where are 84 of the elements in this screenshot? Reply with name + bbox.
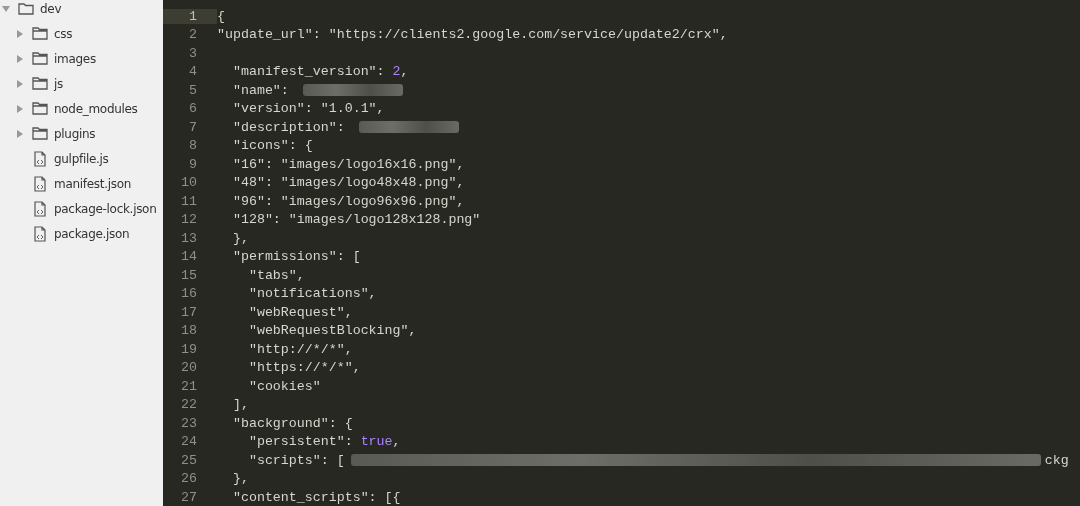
folder-icon <box>32 27 48 40</box>
line-number: 11 <box>180 193 198 209</box>
code-text: "icons": { <box>231 138 313 154</box>
code-text: "webRequestBlocking", <box>247 323 417 339</box>
code-keyword: 2 <box>392 64 401 80</box>
line-number: 13 <box>180 230 198 246</box>
expand-arrow-icon[interactable] <box>16 79 24 88</box>
folder-name[interactable]: images <box>54 51 96 66</box>
code-text: "scripts": [ <box>247 452 345 468</box>
code-text: "http://*/*", <box>247 341 353 357</box>
code-text: "webRequest", <box>247 304 353 320</box>
file-icon <box>32 200 48 217</box>
code-text: "description": <box>231 119 346 135</box>
file-icon <box>32 175 48 192</box>
line-number: 7 <box>188 119 198 135</box>
code-text: "update_url": "https://clients2.google.com/service/update2/crx", <box>217 27 728 43</box>
folder-icon <box>32 52 48 65</box>
code-text: ], <box>231 397 249 413</box>
line-number: 14 <box>180 249 198 265</box>
file-name[interactable]: package-lock.json <box>54 201 157 216</box>
line-number: 6 <box>188 101 198 117</box>
line-number: 21 <box>180 378 198 394</box>
code-text: "content_scripts": [{ <box>231 489 401 505</box>
file-name[interactable]: package.json <box>54 226 130 241</box>
code-keyword: true <box>360 434 393 450</box>
line-number: 23 <box>180 415 198 431</box>
line-number: 25 <box>180 452 198 468</box>
code-text: , <box>400 64 409 80</box>
code-text: "manifest_version": <box>231 64 386 80</box>
line-number: 26 <box>180 471 198 487</box>
folder-name[interactable]: plugins <box>54 126 96 141</box>
folder-name[interactable]: dev <box>40 1 62 16</box>
code-text: }, <box>231 471 249 487</box>
code-text: "https://*/*", <box>247 360 361 376</box>
line-number: 15 <box>180 267 198 283</box>
line-number: 27 <box>180 489 198 505</box>
folder-icon <box>18 2 34 15</box>
code-text: "permissions": [ <box>231 249 361 265</box>
code-text: "48": "images/logo48x48.png", <box>231 175 465 191</box>
line-number: 18 <box>180 323 198 339</box>
line-number: 12 <box>180 212 198 228</box>
folder-icon <box>32 127 48 140</box>
expand-arrow-icon[interactable] <box>16 54 24 63</box>
folder-icon <box>32 102 48 115</box>
file-name[interactable]: manifest.json <box>54 176 131 191</box>
code-text: "background": { <box>231 415 353 431</box>
line-number: 19 <box>180 341 198 357</box>
code-text: "notifications", <box>247 286 377 302</box>
code-text: "16": "images/logo16x16.png", <box>231 156 465 172</box>
line-number: 16 <box>180 286 198 302</box>
code-text: , <box>392 434 401 450</box>
file-name[interactable]: gulpfile.js <box>54 151 109 166</box>
file-icon <box>32 225 48 242</box>
line-number: 10 <box>180 175 198 191</box>
expand-arrow-icon[interactable] <box>16 129 24 138</box>
line-number: 5 <box>188 82 198 98</box>
folder-name[interactable]: js <box>54 76 63 91</box>
line-number: 9 <box>188 156 198 172</box>
folder-name[interactable]: node_modules <box>54 101 138 116</box>
code-text: "128": "images/logo128x128.png" <box>231 212 481 228</box>
line-number: 4 <box>188 64 198 80</box>
line-number: 17 <box>180 304 198 320</box>
file-icon <box>32 150 48 167</box>
expand-arrow-icon[interactable] <box>16 29 24 38</box>
code-text: "name": <box>231 82 290 98</box>
line-number: 20 <box>180 360 198 376</box>
code-text: }, <box>231 230 249 246</box>
expand-arrow-icon[interactable] <box>2 4 10 13</box>
code-text: "96": "images/logo96x96.png", <box>231 193 465 209</box>
code-text: "persistent": <box>247 434 354 450</box>
line-number: 8 <box>188 138 198 154</box>
line-number: 24 <box>180 434 198 450</box>
code-text: "cookies" <box>247 378 321 394</box>
line-number: 2 <box>188 27 198 43</box>
line-number: 3 <box>188 45 198 61</box>
code-text: "version": "1.0.1", <box>231 101 385 117</box>
line-number: 22 <box>180 397 198 413</box>
code-text: { <box>217 8 225 24</box>
code-text: "tabs", <box>247 267 305 283</box>
code-text: ckg <box>1044 452 1069 468</box>
folder-icon <box>32 77 48 90</box>
folder-name[interactable]: css <box>54 26 73 41</box>
line-number: 1 <box>163 8 217 24</box>
expand-arrow-icon[interactable] <box>16 104 24 113</box>
